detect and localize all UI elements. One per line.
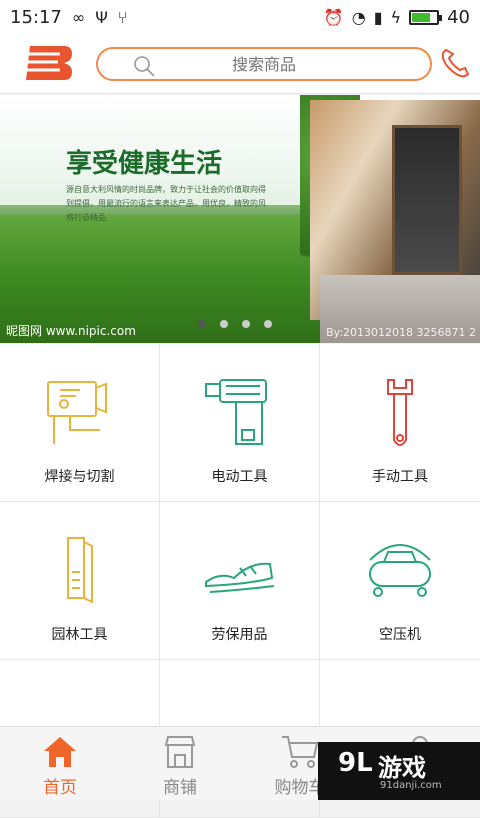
- banner-watermark-right: By:2013012018 3256871 2: [326, 326, 476, 339]
- tab-label: 商铺: [163, 778, 197, 798]
- usb-icon: Ψ: [95, 7, 108, 27]
- battery-fill: [412, 12, 431, 22]
- banner-pagination: [198, 320, 272, 328]
- header: [0, 34, 480, 94]
- battery-icon: [409, 9, 443, 25]
- brand-logo[interactable]: [24, 44, 74, 82]
- category-air-compressor[interactable]: 空压机: [320, 502, 480, 660]
- welding-machine-icon: [47, 381, 107, 444]
- banner-headline: 享受健康生活: [66, 149, 223, 179]
- cart-icon: [282, 736, 319, 768]
- power-drill-icon: [205, 379, 267, 445]
- watermark-site: 91danji.com: [380, 780, 442, 791]
- share-icon: ⑂: [117, 7, 128, 27]
- banner-subline: 源自意大利风情的时尚品牌，致力于让社会的价值取向得到提倡，用最流行的语言来表达产…: [66, 185, 266, 222]
- pagination-dot[interactable]: [264, 320, 272, 328]
- category-garden-tools[interactable]: 园林工具: [0, 502, 160, 660]
- pagination-dot[interactable]: [220, 320, 228, 328]
- infinity-icon: ∞: [71, 7, 86, 27]
- promo-banner[interactable]: 享受健康生活 源自意大利风情的时尚品牌，致力于让社会的价值取向得到提倡，用最流行…: [0, 95, 480, 343]
- category-hand-tools[interactable]: 手动工具: [320, 344, 480, 502]
- wrench-icon: [387, 379, 413, 446]
- pagination-dot[interactable]: [198, 320, 206, 328]
- garden-tool-icon: [67, 537, 93, 604]
- category-welding[interactable]: 焊接与切割: [0, 344, 160, 502]
- category-label: 电动工具: [211, 469, 268, 485]
- watermark-brand: 游戏: [378, 754, 426, 782]
- tab-label: 首页: [43, 778, 77, 798]
- shop-icon: [164, 736, 196, 768]
- banner-watermark-left: 昵图网 www.nipic.com: [6, 324, 136, 338]
- site-watermark: 9L 游戏 91danji.com: [318, 742, 480, 800]
- category-grid: 焊接与切割 电动工具 手动工具 园林工具 劳保用品 空压机: [0, 344, 480, 818]
- charging-icon: ϟ: [390, 7, 402, 27]
- air-compressor-icon: [369, 544, 431, 597]
- search-icon: [134, 56, 155, 77]
- category-label: 手动工具: [372, 469, 428, 485]
- signal-icon: ▮: [373, 7, 383, 27]
- pagination-dot[interactable]: [242, 320, 250, 328]
- home-icon: [44, 737, 76, 767]
- search-box[interactable]: [96, 47, 432, 81]
- wifi-icon: ◔: [351, 7, 366, 27]
- watermark-mark: 9L: [338, 748, 373, 778]
- banner-window: [392, 125, 462, 275]
- category-protective[interactable]: 劳保用品: [160, 502, 320, 660]
- tab-shop[interactable]: 商铺: [120, 727, 240, 800]
- phone-icon[interactable]: [438, 46, 472, 80]
- status-time: 15:17: [10, 6, 62, 28]
- category-label: 空压机: [379, 627, 421, 643]
- tab-home[interactable]: 首页: [0, 727, 120, 800]
- category-label: 焊接与切割: [44, 469, 115, 485]
- battery-level: 40: [447, 6, 470, 28]
- category-power-tools[interactable]: 电动工具: [160, 344, 320, 502]
- status-bar: 15:17 ∞ Ψ ⑂ ⏰ ◔ ▮ ϟ 40: [0, 0, 480, 34]
- category-label: 劳保用品: [211, 627, 268, 643]
- category-label: 园林工具: [51, 627, 108, 643]
- alarm-icon: ⏰: [323, 7, 344, 27]
- shoes-icon: [205, 562, 275, 593]
